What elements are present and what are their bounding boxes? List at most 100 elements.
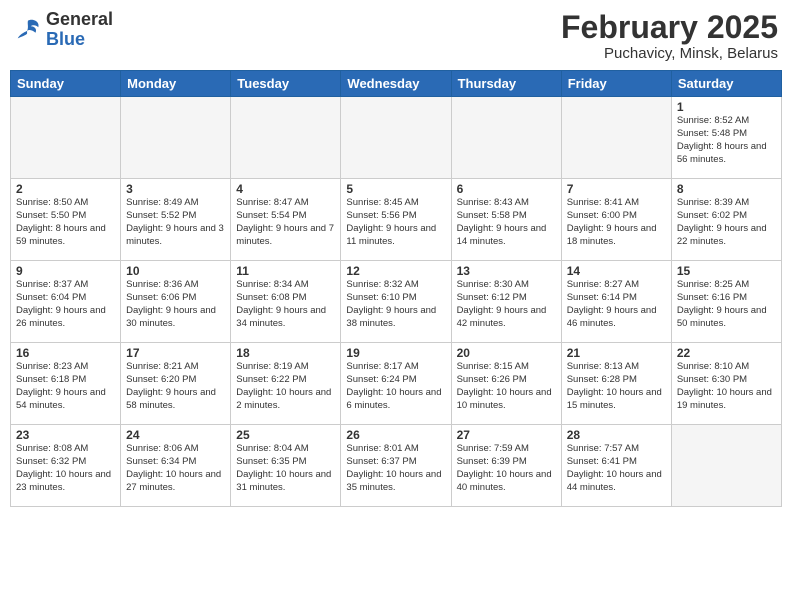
calendar-cell-4-6: 21Sunrise: 8:13 AM Sunset: 6:28 PM Dayli…: [561, 343, 671, 425]
calendar-cell-3-2: 10Sunrise: 8:36 AM Sunset: 6:06 PM Dayli…: [121, 261, 231, 343]
calendar-cell-4-4: 19Sunrise: 8:17 AM Sunset: 6:24 PM Dayli…: [341, 343, 451, 425]
calendar-cell-4-3: 18Sunrise: 8:19 AM Sunset: 6:22 PM Dayli…: [231, 343, 341, 425]
day-number: 24: [126, 428, 225, 442]
calendar-cell-5-6: 28Sunrise: 7:57 AM Sunset: 6:41 PM Dayli…: [561, 425, 671, 507]
day-info: Sunrise: 8:08 AM Sunset: 6:32 PM Dayligh…: [16, 443, 115, 494]
logo: General Blue: [14, 10, 113, 50]
day-number: 20: [457, 346, 556, 360]
day-info: Sunrise: 8:47 AM Sunset: 5:54 PM Dayligh…: [236, 197, 335, 248]
day-number: 26: [346, 428, 445, 442]
calendar-cell-3-4: 12Sunrise: 8:32 AM Sunset: 6:10 PM Dayli…: [341, 261, 451, 343]
day-number: 8: [677, 182, 776, 196]
day-info: Sunrise: 8:41 AM Sunset: 6:00 PM Dayligh…: [567, 197, 666, 248]
calendar-cell-2-6: 7Sunrise: 8:41 AM Sunset: 6:00 PM Daylig…: [561, 179, 671, 261]
calendar-cell-1-2: [121, 97, 231, 179]
weekday-header-sunday: Sunday: [11, 71, 121, 97]
day-info: Sunrise: 8:25 AM Sunset: 6:16 PM Dayligh…: [677, 279, 776, 330]
day-number: 22: [677, 346, 776, 360]
calendar-cell-5-1: 23Sunrise: 8:08 AM Sunset: 6:32 PM Dayli…: [11, 425, 121, 507]
day-info: Sunrise: 8:06 AM Sunset: 6:34 PM Dayligh…: [126, 443, 225, 494]
day-info: Sunrise: 8:27 AM Sunset: 6:14 PM Dayligh…: [567, 279, 666, 330]
title-block: February 2025 Puchavicy, Minsk, Belarus: [561, 10, 778, 62]
calendar-cell-5-4: 26Sunrise: 8:01 AM Sunset: 6:37 PM Dayli…: [341, 425, 451, 507]
day-info: Sunrise: 8:15 AM Sunset: 6:26 PM Dayligh…: [457, 361, 556, 412]
day-info: Sunrise: 8:19 AM Sunset: 6:22 PM Dayligh…: [236, 361, 335, 412]
day-number: 14: [567, 264, 666, 278]
logo-bird-icon: [14, 16, 42, 44]
day-number: 18: [236, 346, 335, 360]
calendar-cell-3-5: 13Sunrise: 8:30 AM Sunset: 6:12 PM Dayli…: [451, 261, 561, 343]
day-info: Sunrise: 8:23 AM Sunset: 6:18 PM Dayligh…: [16, 361, 115, 412]
calendar-cell-2-2: 3Sunrise: 8:49 AM Sunset: 5:52 PM Daylig…: [121, 179, 231, 261]
week-row-3: 9Sunrise: 8:37 AM Sunset: 6:04 PM Daylig…: [11, 261, 782, 343]
calendar-cell-4-2: 17Sunrise: 8:21 AM Sunset: 6:20 PM Dayli…: [121, 343, 231, 425]
day-info: Sunrise: 8:17 AM Sunset: 6:24 PM Dayligh…: [346, 361, 445, 412]
day-number: 17: [126, 346, 225, 360]
calendar-cell-1-4: [341, 97, 451, 179]
day-number: 28: [567, 428, 666, 442]
page-header: General Blue February 2025 Puchavicy, Mi…: [10, 10, 782, 62]
calendar-cell-2-7: 8Sunrise: 8:39 AM Sunset: 6:02 PM Daylig…: [671, 179, 781, 261]
day-number: 9: [16, 264, 115, 278]
calendar-title: February 2025: [561, 10, 778, 45]
day-number: 16: [16, 346, 115, 360]
calendar-subtitle: Puchavicy, Minsk, Belarus: [561, 45, 778, 62]
day-info: Sunrise: 8:10 AM Sunset: 6:30 PM Dayligh…: [677, 361, 776, 412]
week-row-4: 16Sunrise: 8:23 AM Sunset: 6:18 PM Dayli…: [11, 343, 782, 425]
logo-blue: Blue: [46, 29, 85, 49]
week-row-1: 1Sunrise: 8:52 AM Sunset: 5:48 PM Daylig…: [11, 97, 782, 179]
day-info: Sunrise: 7:57 AM Sunset: 6:41 PM Dayligh…: [567, 443, 666, 494]
day-info: Sunrise: 8:52 AM Sunset: 5:48 PM Dayligh…: [677, 115, 776, 166]
weekday-header-row: SundayMondayTuesdayWednesdayThursdayFrid…: [11, 71, 782, 97]
calendar-cell-5-2: 24Sunrise: 8:06 AM Sunset: 6:34 PM Dayli…: [121, 425, 231, 507]
day-info: Sunrise: 8:37 AM Sunset: 6:04 PM Dayligh…: [16, 279, 115, 330]
calendar-cell-3-6: 14Sunrise: 8:27 AM Sunset: 6:14 PM Dayli…: [561, 261, 671, 343]
day-info: Sunrise: 8:13 AM Sunset: 6:28 PM Dayligh…: [567, 361, 666, 412]
weekday-header-thursday: Thursday: [451, 71, 561, 97]
week-row-5: 23Sunrise: 8:08 AM Sunset: 6:32 PM Dayli…: [11, 425, 782, 507]
day-info: Sunrise: 7:59 AM Sunset: 6:39 PM Dayligh…: [457, 443, 556, 494]
day-number: 3: [126, 182, 225, 196]
day-info: Sunrise: 8:34 AM Sunset: 6:08 PM Dayligh…: [236, 279, 335, 330]
calendar-cell-5-7: [671, 425, 781, 507]
day-info: Sunrise: 8:21 AM Sunset: 6:20 PM Dayligh…: [126, 361, 225, 412]
calendar-table: SundayMondayTuesdayWednesdayThursdayFrid…: [10, 70, 782, 507]
weekday-header-wednesday: Wednesday: [341, 71, 451, 97]
day-info: Sunrise: 8:30 AM Sunset: 6:12 PM Dayligh…: [457, 279, 556, 330]
logo-general: General: [46, 9, 113, 29]
calendar-cell-2-3: 4Sunrise: 8:47 AM Sunset: 5:54 PM Daylig…: [231, 179, 341, 261]
day-info: Sunrise: 8:39 AM Sunset: 6:02 PM Dayligh…: [677, 197, 776, 248]
weekday-header-saturday: Saturday: [671, 71, 781, 97]
day-number: 13: [457, 264, 556, 278]
week-row-2: 2Sunrise: 8:50 AM Sunset: 5:50 PM Daylig…: [11, 179, 782, 261]
calendar-cell-5-3: 25Sunrise: 8:04 AM Sunset: 6:35 PM Dayli…: [231, 425, 341, 507]
day-info: Sunrise: 8:49 AM Sunset: 5:52 PM Dayligh…: [126, 197, 225, 248]
calendar-cell-4-5: 20Sunrise: 8:15 AM Sunset: 6:26 PM Dayli…: [451, 343, 561, 425]
calendar-cell-1-1: [11, 97, 121, 179]
calendar-cell-1-5: [451, 97, 561, 179]
day-info: Sunrise: 8:43 AM Sunset: 5:58 PM Dayligh…: [457, 197, 556, 248]
calendar-cell-3-3: 11Sunrise: 8:34 AM Sunset: 6:08 PM Dayli…: [231, 261, 341, 343]
day-number: 19: [346, 346, 445, 360]
calendar-cell-3-1: 9Sunrise: 8:37 AM Sunset: 6:04 PM Daylig…: [11, 261, 121, 343]
calendar-cell-4-7: 22Sunrise: 8:10 AM Sunset: 6:30 PM Dayli…: [671, 343, 781, 425]
day-info: Sunrise: 8:45 AM Sunset: 5:56 PM Dayligh…: [346, 197, 445, 248]
day-number: 15: [677, 264, 776, 278]
logo-text: General Blue: [46, 10, 113, 50]
calendar-cell-4-1: 16Sunrise: 8:23 AM Sunset: 6:18 PM Dayli…: [11, 343, 121, 425]
day-info: Sunrise: 8:01 AM Sunset: 6:37 PM Dayligh…: [346, 443, 445, 494]
day-number: 5: [346, 182, 445, 196]
day-number: 27: [457, 428, 556, 442]
calendar-cell-2-4: 5Sunrise: 8:45 AM Sunset: 5:56 PM Daylig…: [341, 179, 451, 261]
day-info: Sunrise: 8:36 AM Sunset: 6:06 PM Dayligh…: [126, 279, 225, 330]
calendar-cell-1-3: [231, 97, 341, 179]
calendar-cell-5-5: 27Sunrise: 7:59 AM Sunset: 6:39 PM Dayli…: [451, 425, 561, 507]
day-number: 12: [346, 264, 445, 278]
day-info: Sunrise: 8:32 AM Sunset: 6:10 PM Dayligh…: [346, 279, 445, 330]
day-number: 11: [236, 264, 335, 278]
day-info: Sunrise: 8:04 AM Sunset: 6:35 PM Dayligh…: [236, 443, 335, 494]
day-number: 7: [567, 182, 666, 196]
weekday-header-monday: Monday: [121, 71, 231, 97]
weekday-header-tuesday: Tuesday: [231, 71, 341, 97]
calendar-cell-1-7: 1Sunrise: 8:52 AM Sunset: 5:48 PM Daylig…: [671, 97, 781, 179]
